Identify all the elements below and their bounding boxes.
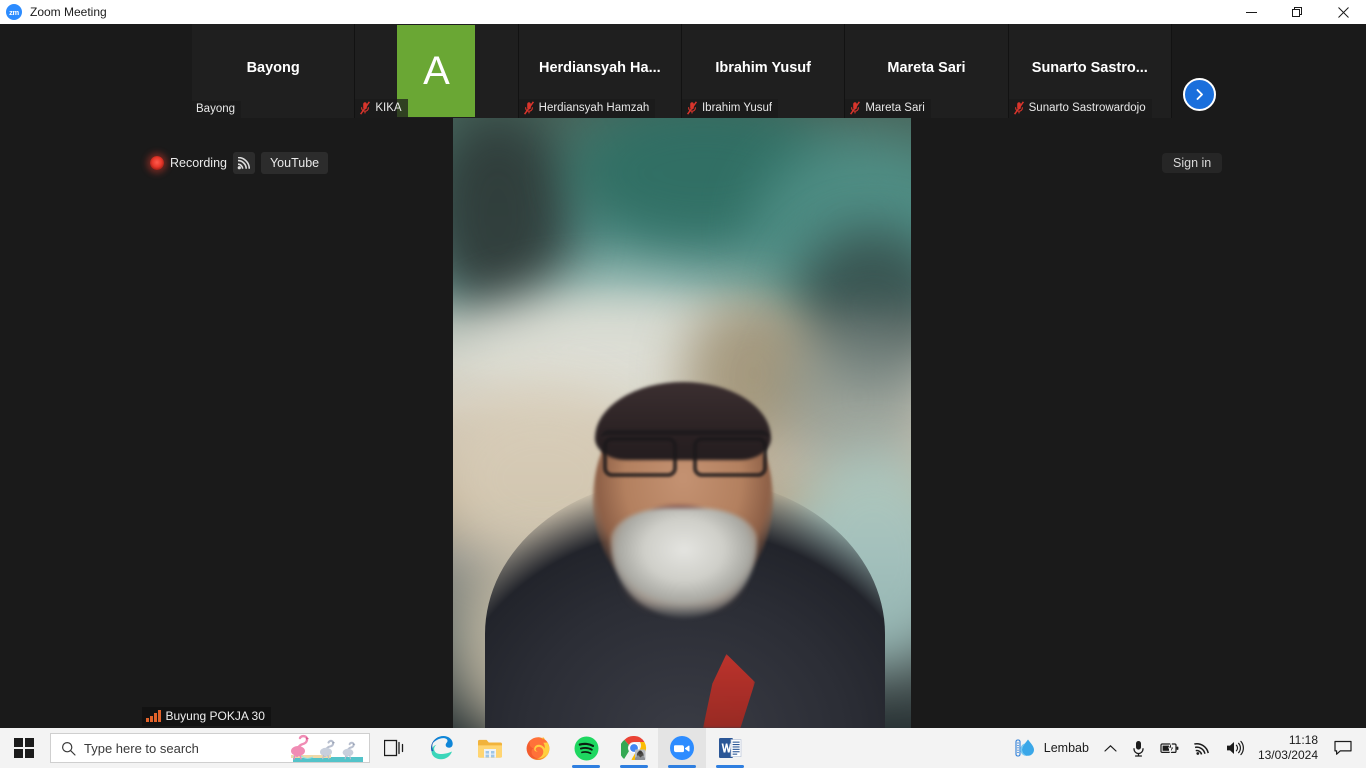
notification-center-button[interactable] xyxy=(1328,740,1362,756)
sign-in-button[interactable]: Sign in xyxy=(1162,153,1223,173)
participant-name-bar: Bayong xyxy=(192,101,242,118)
participant-name-bar: Herdiansyah Hamzah xyxy=(518,99,656,118)
weather-label: Lembab xyxy=(1043,741,1089,755)
taskbar-app-microsoft-word[interactable] xyxy=(706,728,754,768)
clock-date: 13/03/2024 xyxy=(1257,748,1318,762)
flamingo-illustration xyxy=(291,734,363,762)
search-placeholder: Type here to search xyxy=(84,740,199,756)
taskbar-app-zoom[interactable] xyxy=(658,728,706,768)
battery-charging-icon xyxy=(1160,741,1179,754)
participant-display-name: Herdiansyah Ha... xyxy=(538,60,661,76)
live-stream-icon xyxy=(238,156,251,169)
live-stream-button[interactable] xyxy=(232,152,255,174)
weather-widget[interactable]: Lembab xyxy=(1005,738,1097,758)
show-hidden-icons-button[interactable] xyxy=(1097,728,1124,768)
wifi-icon xyxy=(1194,743,1209,755)
microsoft-word-icon xyxy=(719,738,742,758)
task-view-button[interactable] xyxy=(370,728,418,768)
youtube-stream-button[interactable]: YouTube xyxy=(260,152,329,174)
signal-bars-icon xyxy=(146,710,161,722)
windows-logo-icon xyxy=(14,738,34,758)
humidity-icon xyxy=(1015,739,1034,757)
active-speaker-name-bar: Buyung POKJA 30 xyxy=(142,707,271,726)
muted-microphone-icon xyxy=(1013,101,1024,115)
participant-name-label: KIKA xyxy=(375,102,402,114)
google-chrome-icon xyxy=(621,735,647,760)
chevron-right-icon xyxy=(1196,89,1203,100)
network-status-icon[interactable] xyxy=(1187,728,1219,768)
recording-status-bar: Recording YouTube xyxy=(150,152,329,174)
minimize-button[interactable] xyxy=(1228,0,1274,24)
participant-tile[interactable]: A KIKA xyxy=(355,24,519,118)
participant-tile[interactable]: Mareta Sari Mareta Sari xyxy=(845,24,1009,118)
participant-display-name: Bayong xyxy=(246,60,300,76)
participant-display-name: Sunarto Sastro... xyxy=(1031,60,1148,76)
participant-tile[interactable]: Ibrahim Yusuf Ibrahim Yusuf xyxy=(681,24,846,118)
avatar: A xyxy=(397,25,476,117)
muted-microphone-icon xyxy=(523,101,534,115)
windows-taskbar: Type here to search Lembab 11:18 13/03/2… xyxy=(0,728,1366,768)
recording-indicator-icon xyxy=(150,156,164,170)
zoom-icon-text: zm xyxy=(9,7,19,17)
task-view-icon xyxy=(384,739,404,757)
speaker-icon xyxy=(1226,740,1244,756)
participant-name-bar: Ibrahim Yusuf xyxy=(681,99,779,118)
restore-button[interactable] xyxy=(1274,0,1320,24)
taskbar-app-spotify[interactable] xyxy=(562,728,610,768)
participant-filmstrip: Bayong Bayong A KIKA Herdiansyah Ha... H… xyxy=(192,24,1172,118)
participant-name-bar: Sunarto Sastrowardojo xyxy=(1008,99,1152,118)
taskbar-app-mozilla-firefox[interactable] xyxy=(514,728,562,768)
participant-tile[interactable]: Herdiansyah Ha... Herdiansyah Hamzah xyxy=(518,24,682,118)
close-button[interactable] xyxy=(1320,0,1366,24)
zoom-meeting-window: Bayong Bayong A KIKA Herdiansyah Ha... H… xyxy=(0,24,1366,728)
battery-status-icon[interactable] xyxy=(1153,728,1187,768)
taskbar-app-google-chrome[interactable] xyxy=(610,728,658,768)
taskbar-app-microsoft-edge[interactable] xyxy=(418,728,466,768)
window-title: Zoom Meeting xyxy=(30,5,107,19)
participant-name-label: Sunarto Sastrowardojo xyxy=(1028,102,1146,114)
clock-time: 11:18 xyxy=(1288,733,1318,747)
avatar-letter: A xyxy=(423,49,450,93)
volume-button[interactable] xyxy=(1219,728,1252,768)
window-titlebar: zm Zoom Meeting xyxy=(0,0,1366,24)
participant-display-name: Mareta Sari xyxy=(887,60,966,76)
person-glasses xyxy=(601,430,769,477)
participant-name-label: Ibrahim Yusuf xyxy=(701,102,773,114)
microphone-icon xyxy=(1133,740,1144,757)
participant-name-bar: Mareta Sari xyxy=(845,99,931,118)
participant-tile[interactable]: Bayong Bayong xyxy=(192,24,356,118)
muted-microphone-icon xyxy=(850,101,861,115)
chevron-up-icon xyxy=(1104,744,1117,752)
participant-tile[interactable]: Sunarto Sastro... Sunarto Sastrowardojo xyxy=(1008,24,1172,118)
recording-status-text: Recording xyxy=(170,156,227,170)
participant-name-label: Mareta Sari xyxy=(865,102,925,114)
zoom-icon xyxy=(670,736,694,760)
spotify-icon xyxy=(574,736,598,760)
active-speaker-name-label: Buyung POKJA 30 xyxy=(165,709,265,723)
participant-name-label: Herdiansyah Hamzah xyxy=(538,102,650,114)
clock-widget[interactable]: 11:18 13/03/2024 xyxy=(1252,733,1328,763)
search-input[interactable]: Type here to search xyxy=(50,733,370,763)
microsoft-edge-icon xyxy=(431,736,453,760)
system-tray: Lembab 11:18 13/03/2024 xyxy=(1005,728,1366,768)
microphone-status-icon[interactable] xyxy=(1124,728,1153,768)
participant-name-label: Bayong xyxy=(196,103,236,115)
mozilla-firefox-icon xyxy=(526,736,550,760)
start-button[interactable] xyxy=(0,728,48,768)
next-page-arrow-button[interactable] xyxy=(1183,78,1216,111)
muted-microphone-icon xyxy=(360,101,371,115)
zoom-icon: zm xyxy=(6,4,22,20)
search-icon xyxy=(61,741,76,756)
active-speaker-video[interactable] xyxy=(453,118,911,728)
screen: zm Zoom Meeting Bayong Bayong A KIKA Her… xyxy=(0,0,1366,768)
taskbar-app-file-explorer[interactable] xyxy=(466,728,514,768)
notification-icon xyxy=(1334,740,1352,755)
participant-name-bar: KIKA xyxy=(355,99,408,118)
participant-display-name: Ibrahim Yusuf xyxy=(715,60,811,76)
file-explorer-icon xyxy=(478,739,502,758)
muted-microphone-icon xyxy=(686,101,697,115)
